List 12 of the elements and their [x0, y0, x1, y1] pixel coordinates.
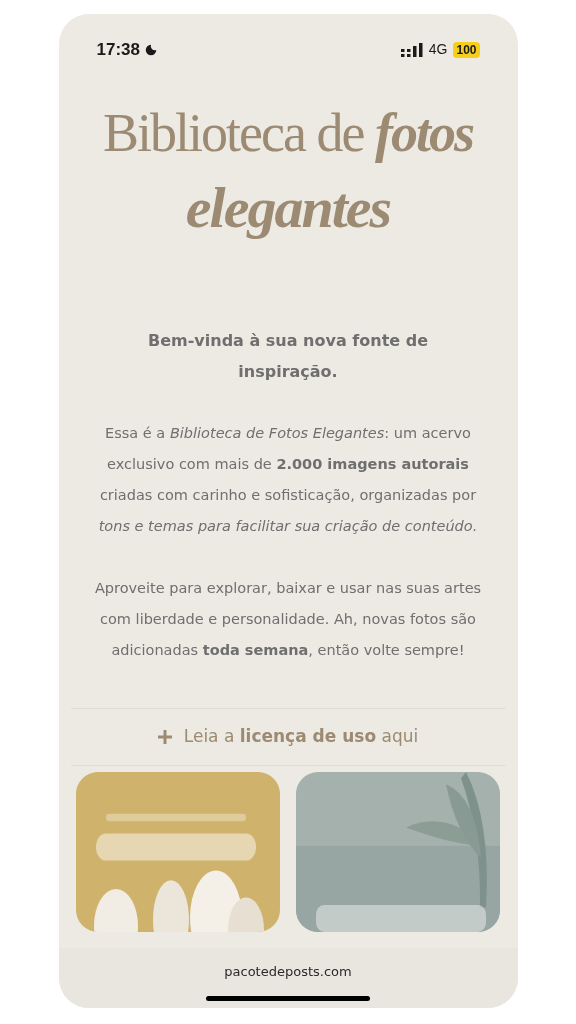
url-text[interactable]: pacotedeposts.com	[224, 962, 352, 982]
intro-text: Bem-vinda à sua nova fonte de inspiração.	[147, 330, 429, 383]
home-indicator[interactable]	[206, 995, 370, 1001]
status-time: 17:38	[96, 38, 140, 61]
moon-icon	[144, 42, 158, 57]
body-paragraph: Aproveite para explorar, baixar e usar nas suas artes com liberdade e personalidade. Ah, novas fotos são adicionadas toda semana, então volte sempre!	[93, 579, 483, 660]
body-paragraph: Essa é a Biblioteca de Fotos Elegantes: um acervo exclusivo com mais de 2.000 imagens autorais criadas com carinho e sofisticação, organizadas por tons e temas para facilitar sua criação de conteúdo.	[97, 424, 479, 536]
plus-icon	[157, 730, 172, 744]
battery-icon: 100	[453, 41, 480, 58]
network-label: 4G	[428, 40, 448, 59]
signal-icon	[400, 42, 423, 57]
page-title: Biblioteca de fotos elegantes	[102, 102, 475, 242]
